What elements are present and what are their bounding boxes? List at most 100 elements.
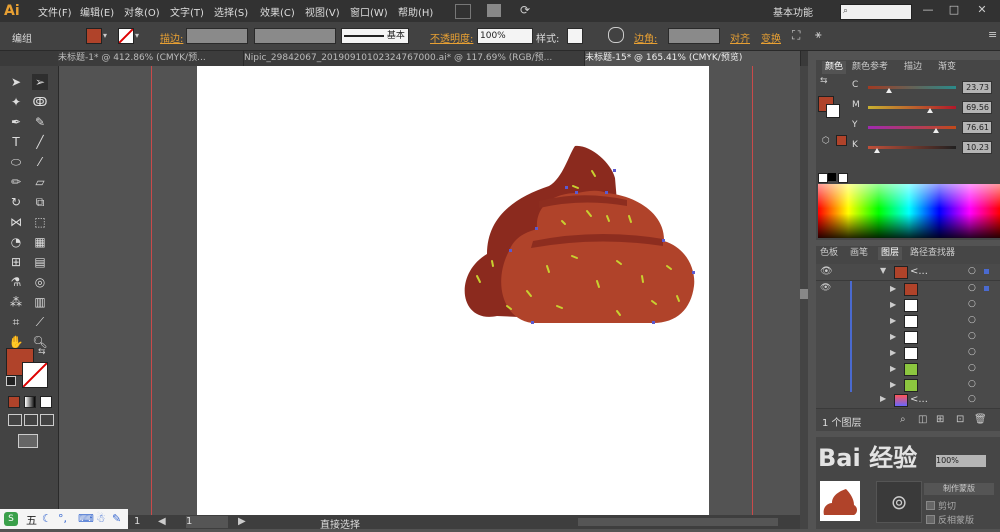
panel-stroke-swatch[interactable]: [826, 104, 840, 118]
scrollbar-thumb[interactable]: [800, 289, 808, 299]
workspace-switcher[interactable]: 基本功能: [773, 4, 813, 19]
sublayer-row[interactable]: ▶ ○: [816, 345, 1000, 362]
graph-tool-icon[interactable]: ▥: [32, 294, 48, 310]
channel-value-field[interactable]: 10.23: [962, 141, 992, 154]
menu-effect[interactable]: 效果(C): [260, 4, 295, 19]
zoom-field[interactable]: 1: [134, 516, 140, 527]
menu-window[interactable]: 窗口(W): [350, 4, 388, 19]
menu-help[interactable]: 帮助(H): [398, 4, 433, 19]
new-sublayer-icon[interactable]: ⊞: [936, 414, 944, 425]
fill-swatch[interactable]: [86, 28, 102, 44]
perspective-grid-icon[interactable]: ▦: [32, 234, 48, 250]
delete-layer-icon[interactable]: 🗑︎: [974, 414, 987, 425]
skin-icon[interactable]: ☃: [96, 512, 106, 525]
white-swatch[interactable]: [838, 173, 848, 183]
horizontal-scrollbar[interactable]: [578, 518, 778, 526]
mesh-tool-icon[interactable]: ⊞: [8, 254, 24, 270]
brush-definition[interactable]: 基本: [341, 28, 409, 44]
stroke-label[interactable]: 描边:: [160, 30, 183, 45]
sublayer-row[interactable]: 👁︎ ▶ ○: [816, 281, 1000, 298]
opacity-field[interactable]: 100%: [477, 28, 533, 44]
arrange-documents-icon[interactable]: [487, 4, 501, 17]
rotate-icon[interactable]: ↻: [8, 194, 24, 210]
expand-arrow-icon[interactable]: ▶: [890, 380, 896, 389]
menu-file[interactable]: 文件(F): [38, 4, 72, 19]
invert-mask-checkbox[interactable]: [926, 515, 935, 524]
ime-mode-label[interactable]: 五: [26, 512, 37, 528]
channel-value-field[interactable]: 69.56: [962, 101, 992, 114]
graphic-style-swatch[interactable]: [567, 28, 583, 44]
expand-arrow-icon[interactable]: ▶: [890, 364, 896, 373]
clip-checkbox[interactable]: [926, 501, 935, 510]
expand-arrow-icon[interactable]: ▶: [890, 348, 896, 357]
paintbrush-icon[interactable]: ⁄: [32, 154, 48, 170]
sublayer-row[interactable]: ▶ ○: [816, 313, 1000, 330]
curvature-tool-icon[interactable]: ✎: [32, 114, 48, 130]
make-mask-button[interactable]: 制作蒙版: [924, 483, 994, 495]
minimize-button[interactable]: —: [918, 2, 938, 18]
tab-swatches[interactable]: 色板: [820, 247, 838, 260]
artboard[interactable]: [197, 66, 709, 529]
channel-slider[interactable]: [868, 146, 956, 149]
expand-arrow-icon[interactable]: ▶: [890, 332, 896, 341]
target-icon[interactable]: ○: [968, 331, 976, 341]
symbol-sprayer-icon[interactable]: ⁂: [8, 294, 24, 310]
color-spectrum[interactable]: [818, 184, 1000, 238]
eye-icon[interactable]: 👁︎: [820, 283, 831, 293]
channel-slider[interactable]: [868, 126, 956, 129]
tab-stroke[interactable]: 描边: [904, 61, 922, 74]
channel-slider[interactable]: [868, 106, 956, 109]
corner-label[interactable]: 边角:: [634, 30, 657, 45]
keyboard-icon[interactable]: ⌨: [78, 512, 94, 525]
magic-wand-icon[interactable]: ✦: [8, 94, 24, 110]
artboard-number-field[interactable]: 1: [186, 516, 228, 528]
layer-row-bottom[interactable]: ▶ <... ○: [816, 392, 1000, 409]
target-icon[interactable]: ○: [968, 347, 976, 357]
target-icon[interactable]: ○: [968, 266, 976, 276]
tools-icon[interactable]: ✎: [112, 512, 121, 525]
target-icon[interactable]: ○: [968, 299, 976, 309]
sublayer-name[interactable]: <...: [910, 394, 928, 405]
layer-name[interactable]: <...: [910, 266, 928, 277]
chevron-down-icon[interactable]: ▾: [103, 31, 107, 40]
slider-thumb[interactable]: [874, 148, 880, 153]
sublayer-row[interactable]: ▶ ○: [816, 361, 1000, 378]
sublayer-row[interactable]: ▶ ○: [816, 329, 1000, 346]
menu-view[interactable]: 视图(V): [305, 4, 340, 19]
selection-indicator[interactable]: [984, 286, 989, 291]
target-icon[interactable]: ○: [968, 315, 976, 325]
maximize-button[interactable]: □: [944, 2, 964, 18]
menu-type[interactable]: 文字(T): [170, 4, 204, 19]
last-color-swatch[interactable]: [836, 135, 847, 146]
eraser-icon[interactable]: ▱: [32, 174, 48, 190]
ime-logo-icon[interactable]: S: [4, 512, 18, 526]
menu-object[interactable]: 对象(O): [124, 4, 160, 19]
make-clipping-mask-icon[interactable]: ◫: [918, 414, 927, 425]
eyedropper-icon[interactable]: ⚗: [8, 274, 24, 290]
shape-builder-icon[interactable]: ◔: [8, 234, 24, 250]
expand-arrow-icon[interactable]: ▶: [890, 284, 896, 293]
type-tool-icon[interactable]: T: [8, 134, 24, 150]
stroke-color-box[interactable]: [22, 362, 48, 388]
direct-selection-tool-icon[interactable]: ➢: [32, 74, 48, 90]
mask-thumbnail[interactable]: ⊚: [876, 481, 922, 523]
prev-artboard-icon[interactable]: ◀: [158, 516, 166, 527]
tab-gradient[interactable]: 渐变: [938, 61, 956, 74]
default-colors-icon[interactable]: [6, 376, 16, 386]
eye-icon[interactable]: 👁︎: [820, 266, 833, 277]
variable-width-profile[interactable]: [254, 28, 336, 44]
expand-arrow-icon[interactable]: ▼: [880, 266, 886, 275]
black-swatch[interactable]: [828, 173, 836, 181]
transform-label[interactable]: 变换: [761, 30, 781, 45]
tab-document-2[interactable]: Nipic_29842067_20190910102324767000.ai* …: [244, 51, 585, 66]
path-options-icon[interactable]: ⚹: [815, 28, 822, 42]
line-tool-icon[interactable]: ╱: [32, 134, 48, 150]
swap-colors-icon[interactable]: ⇆: [38, 347, 46, 357]
free-transform-icon[interactable]: ⬚: [32, 214, 48, 230]
menu-select[interactable]: 选择(S): [214, 4, 248, 19]
gradient-mode-icon[interactable]: [24, 396, 36, 408]
slider-thumb[interactable]: [933, 128, 939, 133]
lasso-icon[interactable]: ↂ: [32, 94, 48, 110]
poop-illustration[interactable]: [197, 66, 709, 529]
locate-object-icon[interactable]: ⌕: [900, 414, 906, 425]
